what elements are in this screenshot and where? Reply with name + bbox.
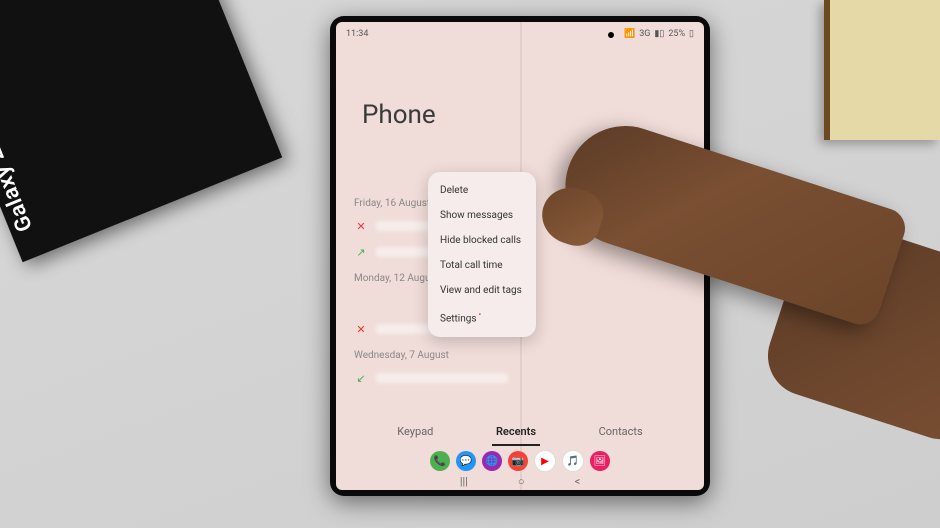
page-title: Phone xyxy=(362,100,436,130)
battery-label: 25% xyxy=(668,29,685,39)
overflow-menu: Delete Show messages Hide blocked calls … xyxy=(428,172,536,337)
menu-delete[interactable]: Delete xyxy=(428,178,536,203)
menu-total-call-time[interactable]: Total call time xyxy=(428,253,536,278)
network-label: 3G xyxy=(639,29,650,39)
wooden-block xyxy=(824,0,940,140)
gallery-app-icon[interactable]: 🖼 xyxy=(590,451,610,471)
incoming-call-icon: ↙ xyxy=(354,371,368,385)
menu-settings[interactable]: Settings• xyxy=(428,303,536,331)
phone-app-icon[interactable]: 📞 xyxy=(430,451,450,471)
call-row[interactable]: ↙ xyxy=(336,365,526,391)
empty-state-text: an xyxy=(674,192,684,202)
wifi-icon: 📶 xyxy=(624,29,635,39)
music-app-icon[interactable]: 🎵 xyxy=(562,450,584,472)
signal-icon: ▮▯ xyxy=(654,29,664,39)
date-header: Wednesday, 7 August xyxy=(336,350,526,361)
status-bar: 11:34 📶 3G ▮▯ 25% ▯ xyxy=(336,26,704,42)
menu-show-messages[interactable]: Show messages xyxy=(428,203,536,228)
box-label: Galaxy Z Fold6 xyxy=(0,84,38,235)
menu-hide-blocked[interactable]: Hide blocked calls xyxy=(428,228,536,253)
app-dock: 📞 💬 🌐 📷 ▶ 🎵 🖼 xyxy=(336,450,704,472)
status-time: 11:34 xyxy=(346,29,368,39)
camera-app-icon[interactable]: 📷 xyxy=(508,451,528,471)
tab-keypad[interactable]: Keypad xyxy=(393,419,437,446)
nav-home-button[interactable]: ○ xyxy=(518,475,525,488)
menu-view-tags[interactable]: View and edit tags xyxy=(428,278,536,303)
tab-recents[interactable]: Recents xyxy=(492,419,540,446)
nav-back-button[interactable]: < xyxy=(575,475,581,488)
outgoing-call-icon: ↗ xyxy=(354,245,368,259)
navigation-bar: ||| ○ < xyxy=(336,475,704,488)
missed-call-icon: ✕ xyxy=(354,219,368,233)
foldable-phone: 11:34 📶 3G ▮▯ 25% ▯ Phone Friday, 16 Aug… xyxy=(330,16,710,496)
nav-recents-button[interactable]: ||| xyxy=(460,475,468,488)
browser-app-icon[interactable]: 🌐 xyxy=(482,451,502,471)
missed-call-icon: ✕ xyxy=(354,322,368,336)
bottom-tabs: Keypad Recents Contacts xyxy=(336,419,704,446)
phone-screen: 11:34 📶 3G ▮▯ 25% ▯ Phone Friday, 16 Aug… xyxy=(336,22,704,490)
messages-app-icon[interactable]: 💬 xyxy=(456,451,476,471)
battery-icon: ▯ xyxy=(689,29,694,39)
tab-contacts[interactable]: Contacts xyxy=(595,419,647,446)
youtube-app-icon[interactable]: ▶ xyxy=(534,450,556,472)
product-box: Galaxy Z Fold6 xyxy=(0,0,282,262)
call-contact xyxy=(376,373,508,383)
